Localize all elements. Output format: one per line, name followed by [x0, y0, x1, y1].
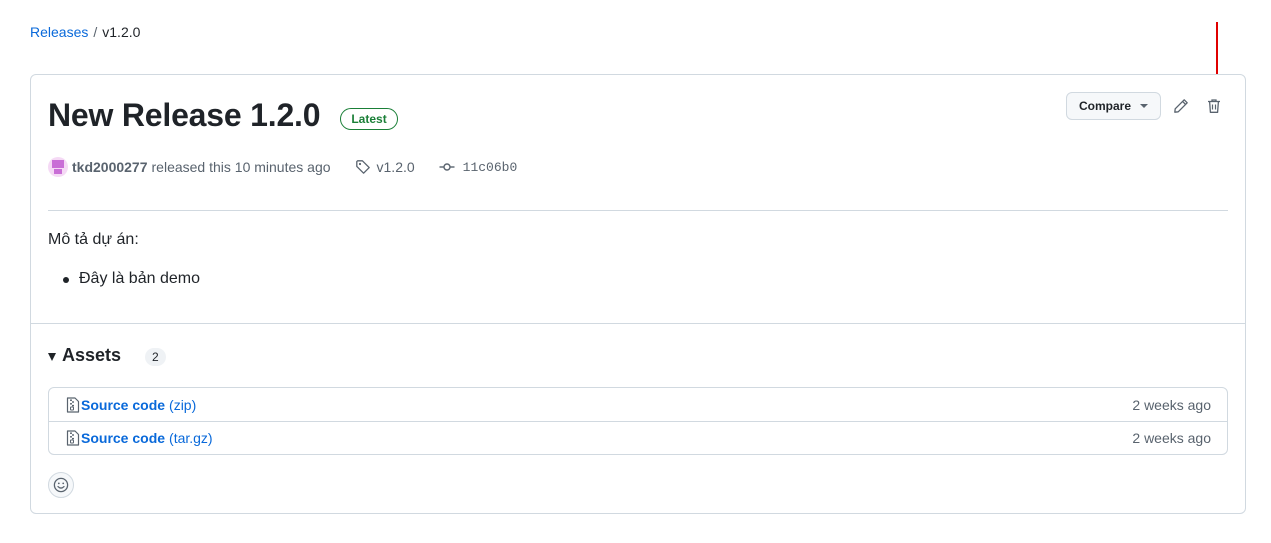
author-link[interactable]: tkd2000277: [72, 159, 148, 175]
file-zip-icon: [66, 396, 80, 413]
breadcrumb-releases-link[interactable]: Releases: [30, 24, 88, 40]
assets-title: Assets: [62, 345, 122, 365]
tag-label: v1.2.0: [376, 159, 415, 175]
divider: [31, 323, 1245, 324]
assets-toggle[interactable]: Assets 2: [48, 345, 166, 366]
asset-link-targz[interactable]: Source code (tar.gz): [66, 430, 213, 446]
release-card: New Release 1.2.0 Latest Compare tkd2000…: [30, 74, 1246, 514]
release-actions: Compare: [1065, 92, 1227, 120]
tag-link[interactable]: v1.2.0: [355, 159, 415, 175]
trash-icon: [1208, 99, 1220, 113]
tag-icon: [355, 160, 370, 174]
asset-ext: (tar.gz): [169, 430, 213, 446]
avatar[interactable]: [48, 157, 68, 177]
pencil-icon: [1174, 99, 1188, 113]
release-description: Mô tả dự án:: [48, 231, 139, 248]
divider: [48, 210, 1228, 211]
latest-badge: Latest: [340, 107, 398, 130]
assets-list: Source code (zip) 2 weeks ago Source cod…: [48, 387, 1228, 455]
release-meta: tkd2000277 released this 10 minutes ago …: [48, 157, 517, 177]
file-zip-icon: [66, 430, 80, 446]
asset-row: Source code (tar.gz) 2 weeks ago: [49, 421, 1227, 454]
released-time-text: released this 10 minutes ago: [151, 159, 331, 175]
compare-button[interactable]: Compare: [1065, 92, 1161, 120]
release-notes-list: Đây là bản demo: [63, 270, 200, 288]
asset-ext: (zip): [169, 396, 197, 413]
asset-row: Source code (zip) 2 weeks ago: [49, 388, 1227, 421]
add-reaction-button[interactable]: [48, 472, 74, 498]
breadcrumb-current: v1.2.0: [102, 24, 141, 40]
breadcrumb-separator: /: [93, 24, 98, 40]
commit-sha: 11c06b0: [462, 159, 518, 175]
asset-name: Source code: [81, 430, 166, 446]
smiley-icon: [53, 477, 69, 493]
breadcrumb: Releases / v1.2.0: [30, 24, 140, 40]
assets-count-badge: 2: [145, 348, 166, 366]
release-header: New Release 1.2.0 Latest: [48, 97, 398, 134]
chevron-down-icon: [1140, 104, 1148, 108]
release-title[interactable]: New Release 1.2.0: [48, 97, 321, 134]
git-commit-icon: [439, 163, 455, 171]
asset-link-zip[interactable]: Source code (zip): [66, 397, 196, 413]
list-item: Đây là bản demo: [63, 270, 200, 288]
compare-label: Compare: [1078, 99, 1131, 113]
asset-time: 2 weeks ago: [1132, 430, 1211, 446]
delete-release-button[interactable]: [1201, 93, 1227, 119]
commit-link[interactable]: 11c06b0: [439, 159, 518, 175]
asset-name: Source code: [81, 396, 166, 413]
triangle-down-icon: [48, 352, 56, 361]
edit-release-button[interactable]: [1168, 93, 1194, 119]
asset-time: 2 weeks ago: [1132, 396, 1211, 413]
